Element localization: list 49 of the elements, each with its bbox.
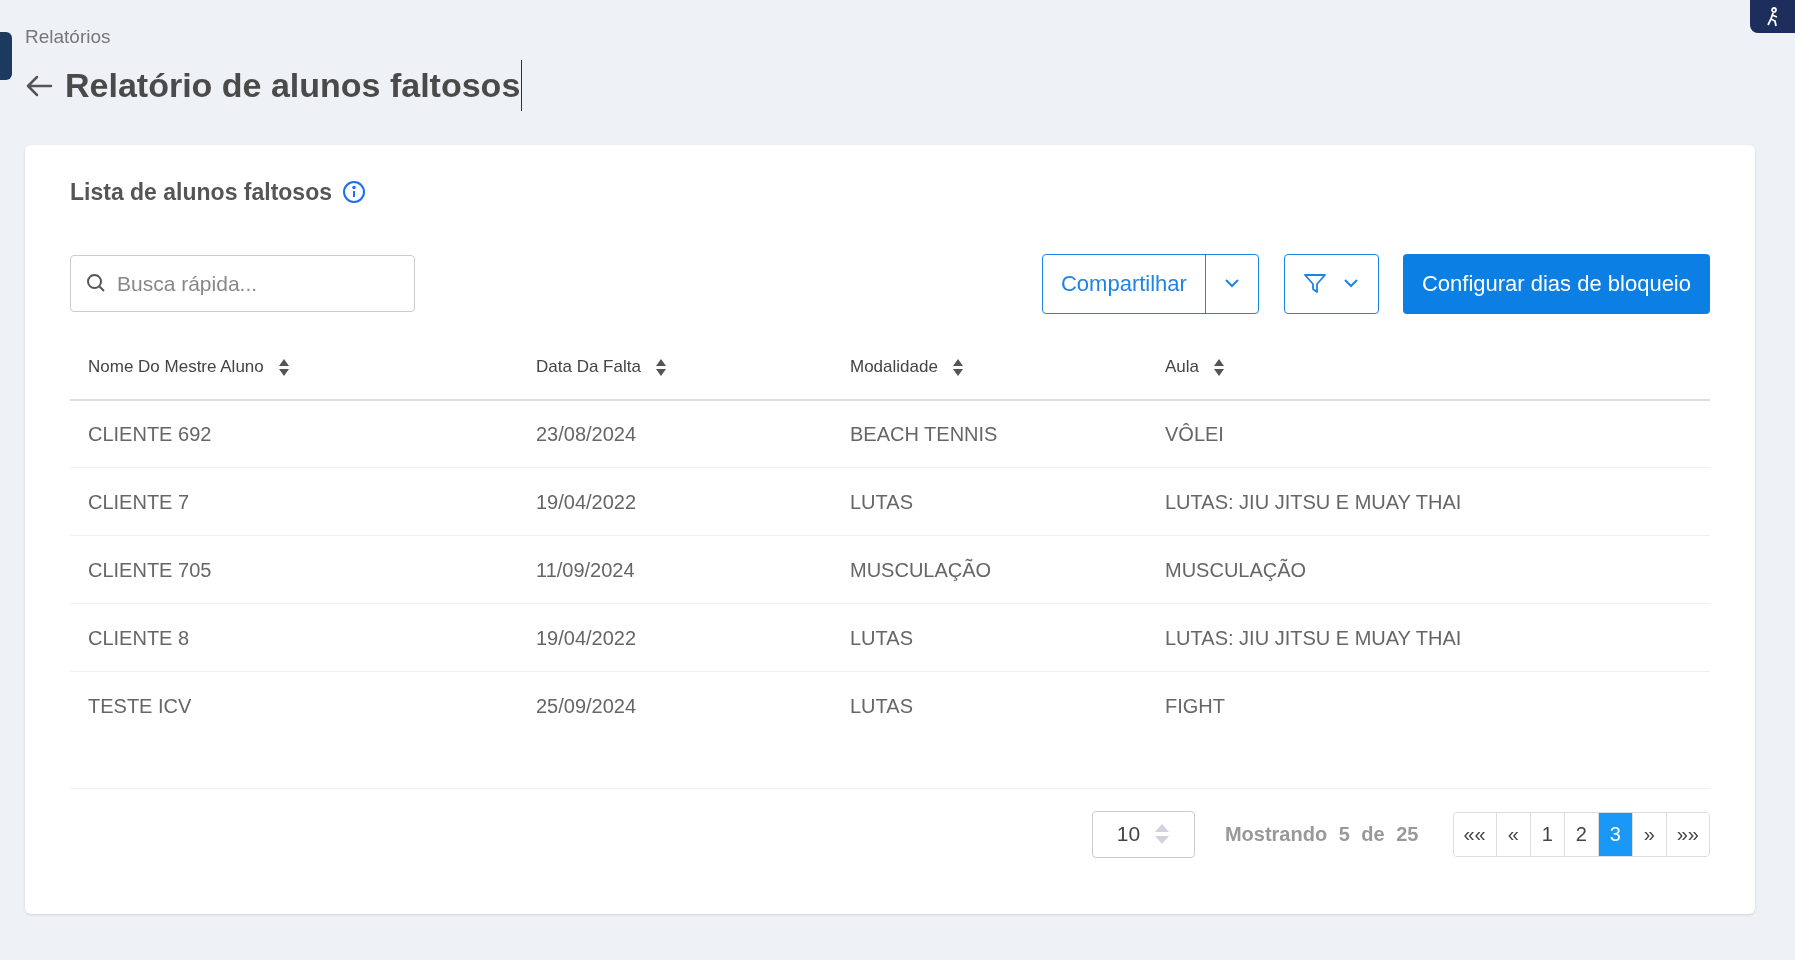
breadcrumb-link[interactable]: Relatórios (25, 27, 1755, 46)
chevron-down-icon (1344, 279, 1359, 288)
sort-icon (951, 357, 964, 377)
search-icon (86, 273, 106, 293)
results-summary: Mostrando 5 de 25 (1224, 822, 1419, 847)
chevron-down-icon (1224, 279, 1239, 288)
table-cell: LUTAS (832, 467, 1147, 536)
table-cell: CLIENTE 692 (70, 399, 518, 468)
sort-icon (277, 357, 290, 377)
table-cell: FIGHT (1147, 671, 1710, 740)
sort-icon (654, 357, 667, 377)
share-button[interactable]: Compartilhar (1043, 254, 1206, 313)
table-cell: 19/04/2022 (518, 467, 832, 536)
page-title: Relatório de alunos faltosos (65, 60, 523, 111)
back-arrow-icon[interactable] (25, 73, 53, 98)
page-button[interactable]: »» (1665, 812, 1709, 856)
search-field[interactable]: Busca rápida... (70, 255, 415, 312)
table-cell: CLIENTE 7 (70, 467, 518, 536)
walking-person-icon (1765, 6, 1780, 27)
table-cell: LUTAS: JIU JITSU E MUAY THAI (1147, 467, 1710, 536)
filter-button[interactable] (1283, 253, 1379, 314)
table-cell: LUTAS (832, 603, 1147, 672)
table-cell: TESTE ICV (70, 671, 518, 740)
table-cell: MUSCULAÇÃO (1147, 535, 1710, 604)
table-cell: 23/08/2024 (518, 399, 832, 468)
filter-icon (1304, 273, 1327, 294)
table-cell: MUSCULAÇÃO (832, 535, 1147, 604)
table-cell: 19/04/2022 (518, 603, 832, 672)
card-title: Lista de alunos faltosos (70, 178, 332, 207)
table-cell: 11/09/2024 (518, 535, 832, 604)
sort-icon (1213, 357, 1226, 377)
table-cell: VÔLEI (1147, 399, 1710, 468)
column-header[interactable]: Modalidade (850, 354, 964, 380)
info-icon[interactable] (342, 180, 366, 205)
column-header[interactable]: Data Da Falta (536, 354, 667, 380)
table-cell: CLIENTE 705 (70, 535, 518, 604)
table-cell: LUTAS (832, 671, 1147, 740)
page-size-value: 10 (1116, 821, 1141, 848)
accessibility-button[interactable] (1750, 0, 1795, 33)
table-cell: LUTAS: JIU JITSU E MUAY THAI (1147, 603, 1710, 672)
page-size-select[interactable]: 10 (1091, 810, 1195, 858)
stepper-icon (1154, 823, 1171, 845)
table-cell: 25/09/2024 (518, 671, 832, 740)
column-header[interactable]: Aula (1165, 354, 1226, 380)
table-cell: CLIENTE 8 (70, 603, 518, 672)
table-cell: BEACH TENNIS (832, 399, 1147, 468)
column-header[interactable]: Nome Do Mestre Aluno (88, 354, 290, 380)
side-tab[interactable] (0, 32, 12, 80)
configure-block-days-button[interactable]: Configurar dias de bloqueio (1402, 253, 1710, 314)
